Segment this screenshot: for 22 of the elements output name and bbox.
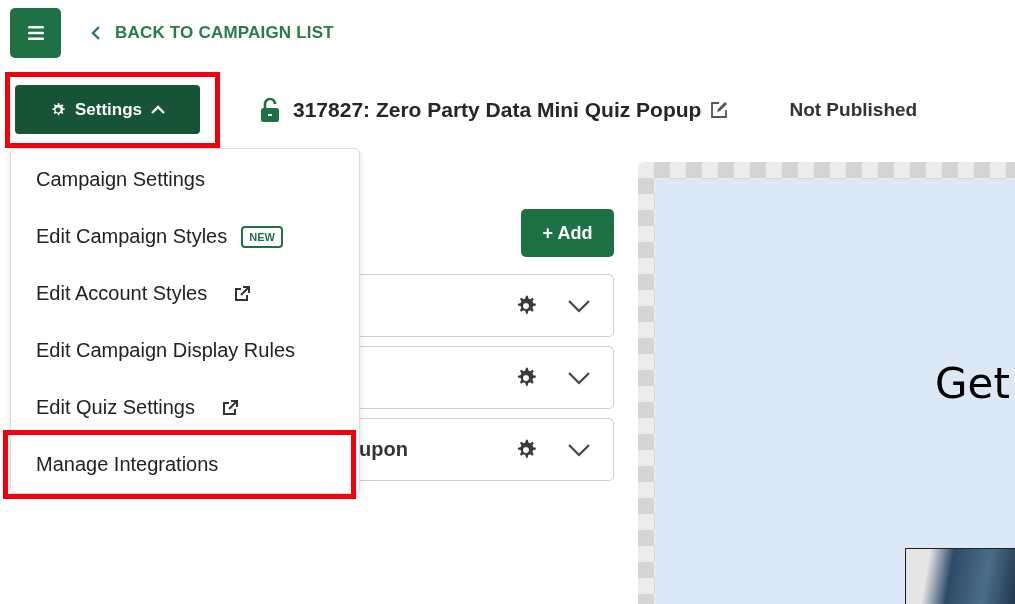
new-badge: NEW <box>241 225 283 248</box>
menu-item[interactable]: Campaign Settings <box>11 151 359 208</box>
external-link-icon <box>233 284 252 303</box>
step-title: upon <box>359 438 408 461</box>
edit-icon[interactable] <box>709 99 730 120</box>
menu-item[interactable]: Edit Campaign Styles NEW <box>11 208 359 265</box>
publish-status: Not Published <box>789 98 918 121</box>
chevron-down-icon[interactable] <box>567 370 591 385</box>
chevron-left-icon <box>91 26 101 40</box>
menu-item[interactable]: Edit Account Styles <box>11 265 359 322</box>
settings-button[interactable]: Settings <box>15 85 200 134</box>
preview-heading: Get <box>935 359 1010 408</box>
menu-icon <box>26 25 45 41</box>
chevron-down-icon[interactable] <box>567 442 591 457</box>
chevron-down-icon[interactable] <box>567 298 591 313</box>
menu-button[interactable] <box>10 8 61 58</box>
menu-item[interactable]: Edit Campaign Display Rules <box>11 322 359 379</box>
external-link-icon <box>220 398 239 417</box>
back-link[interactable]: BACK TO CAMPAIGN LIST <box>91 23 334 43</box>
campaign-title: 317827: Zero Party Data Mini Quiz Popup <box>293 97 702 122</box>
chevron-up-icon <box>150 103 167 116</box>
add-button[interactable]: + Add <box>521 209 614 257</box>
